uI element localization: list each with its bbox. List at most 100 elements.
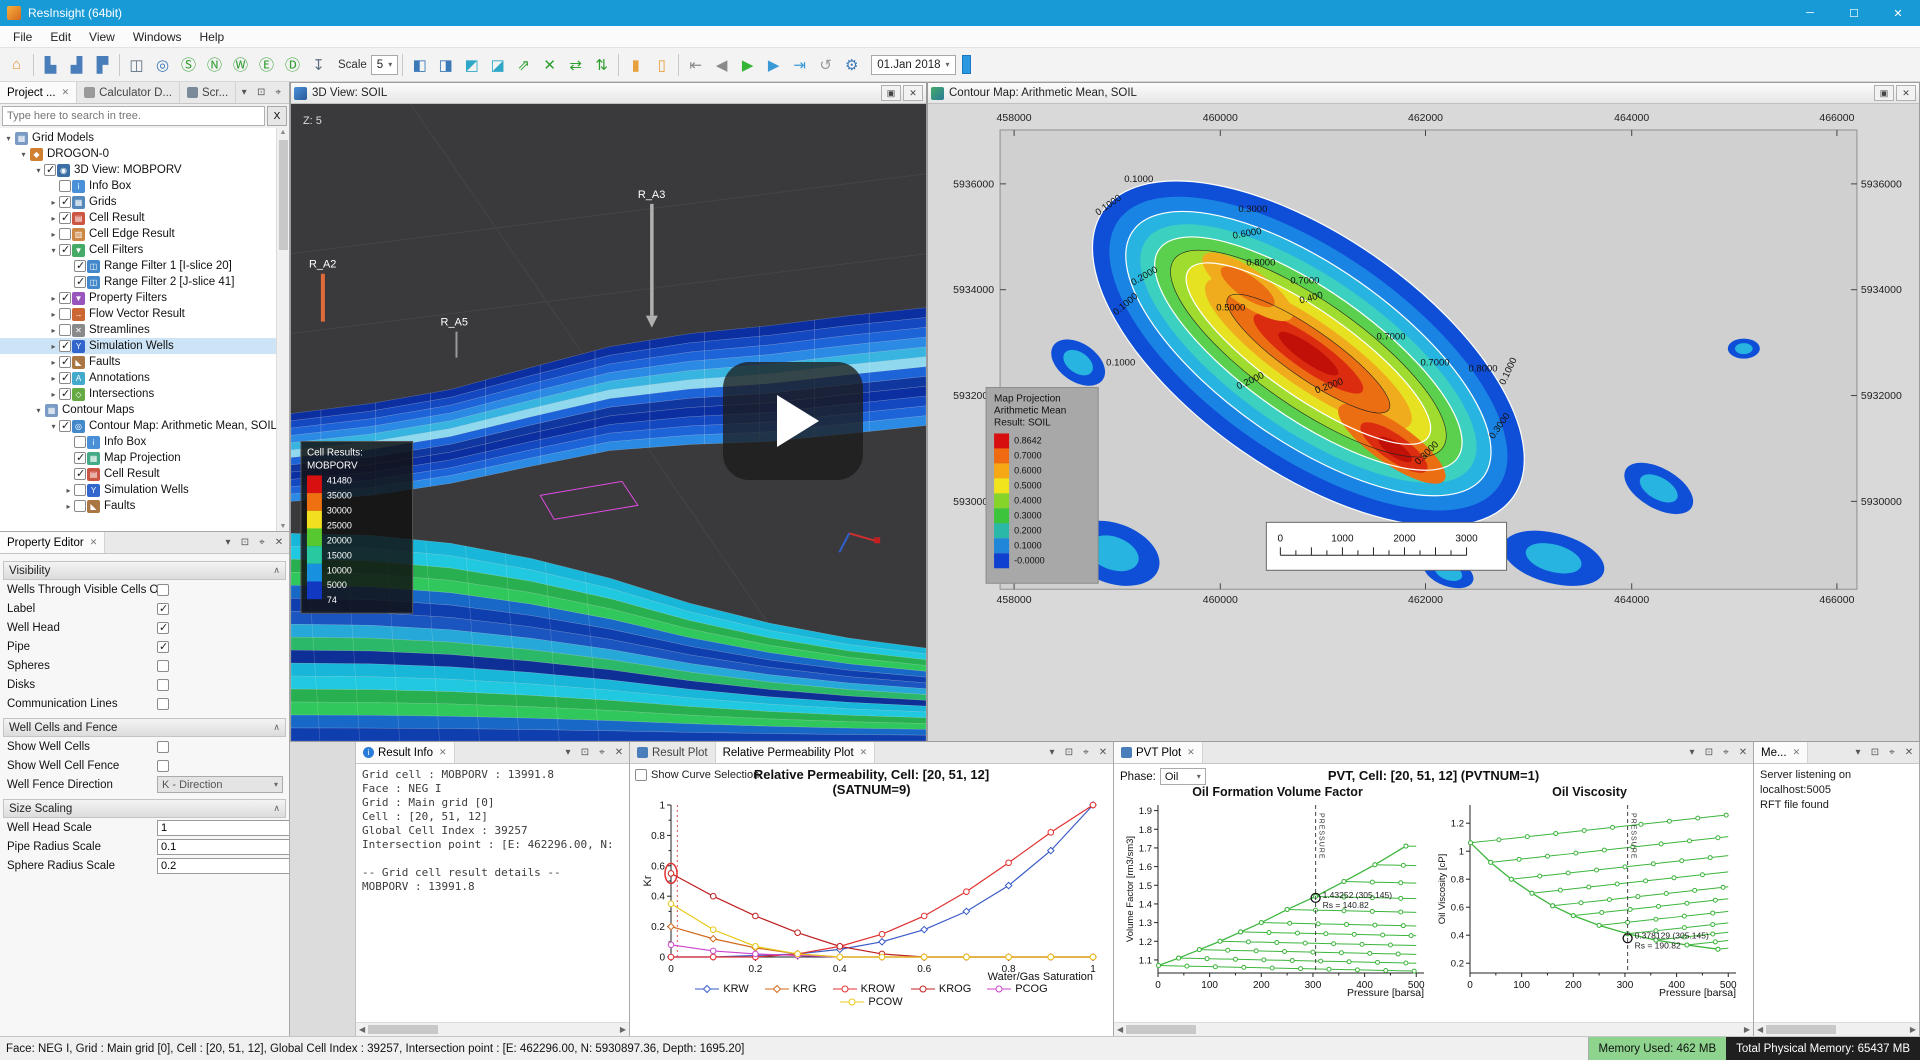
tree-checkbox[interactable] bbox=[59, 388, 71, 400]
close-icon[interactable]: ✕ bbox=[1896, 85, 1916, 101]
show-well-cells-checkbox[interactable] bbox=[157, 741, 169, 753]
chevron-down-icon[interactable]: ▾ bbox=[220, 535, 236, 551]
show-grid-surface-icon[interactable]: ◩ bbox=[459, 52, 484, 77]
animation-first-frame-icon[interactable]: ⇤ bbox=[683, 52, 708, 77]
tree-item-cell-result[interactable]: ▤Cell Result bbox=[0, 466, 276, 482]
tree-checkbox[interactable] bbox=[74, 484, 86, 496]
measurement-polyline-icon[interactable]: ▯ bbox=[649, 52, 674, 77]
tree-item-range-filter-1-i-slice-20[interactable]: ◫Range Filter 1 [I-slice 20] bbox=[0, 258, 276, 274]
view-3d-canvas[interactable]: R_A2R_A3R_A5Z: 5Cell Results:MOBPORV4148… bbox=[291, 104, 926, 741]
float-icon[interactable]: ⊡ bbox=[1701, 745, 1717, 761]
float-icon[interactable]: ⊡ bbox=[253, 85, 269, 101]
menu-windows[interactable]: Windows bbox=[124, 28, 191, 46]
tree-checkbox[interactable] bbox=[59, 180, 71, 192]
main-window-plot-icon[interactable]: ▙ bbox=[38, 52, 63, 77]
show-grid-cells-icon[interactable]: ◨ bbox=[433, 52, 458, 77]
tree-item-info-box[interactable]: iInfo Box bbox=[0, 178, 276, 194]
pin-icon[interactable]: ⌖ bbox=[1884, 745, 1900, 761]
tree-item-cell-result[interactable]: ▸▤Cell Result bbox=[0, 210, 276, 226]
section-header-size-scaling[interactable]: Size Scaling∧ bbox=[3, 799, 286, 818]
zoom-all-icon[interactable]: ◎ bbox=[150, 52, 175, 77]
tree-item-flow-vector-result[interactable]: ▸→Flow Vector Result bbox=[0, 306, 276, 322]
tree-checkbox[interactable] bbox=[59, 292, 71, 304]
show-grid-box-icon[interactable]: ◧ bbox=[407, 52, 432, 77]
well-head-checkbox[interactable] bbox=[157, 622, 169, 634]
tree-checkbox[interactable] bbox=[59, 244, 71, 256]
view-from-east-icon[interactable]: Ⓔ bbox=[254, 52, 279, 77]
maximize-icon[interactable]: ☐ bbox=[1832, 0, 1876, 26]
scroll-right-icon[interactable]: ▶ bbox=[1910, 1025, 1916, 1034]
tree-item-info-box[interactable]: iInfo Box bbox=[0, 434, 276, 450]
close-icon[interactable]: ✕ bbox=[439, 747, 447, 758]
phase-select[interactable]: Oil▾ bbox=[1160, 768, 1206, 785]
tree-item-intersections[interactable]: ▸◇Intersections bbox=[0, 386, 276, 402]
pipe-checkbox[interactable] bbox=[157, 641, 169, 653]
expander-icon[interactable]: ▸ bbox=[48, 342, 59, 351]
legend-krg[interactable]: KRG bbox=[765, 983, 817, 995]
expander-icon[interactable]: ▾ bbox=[48, 246, 59, 255]
tree-checkbox[interactable] bbox=[74, 260, 86, 272]
label-checkbox[interactable] bbox=[157, 603, 169, 615]
scroll-down-icon[interactable]: ▼ bbox=[280, 523, 287, 530]
chevron-down-icon[interactable]: ▾ bbox=[1684, 745, 1700, 761]
tree-checkbox[interactable] bbox=[59, 196, 71, 208]
close-icon[interactable]: ✕ bbox=[611, 745, 627, 761]
tab-result-info[interactable]: iResult Info✕ bbox=[356, 742, 455, 763]
animation-step-back-icon[interactable]: ◀ bbox=[709, 52, 734, 77]
tile-windows-icon[interactable]: ◫ bbox=[124, 52, 149, 77]
tree-checkbox[interactable] bbox=[44, 164, 56, 176]
communication-lines-checkbox[interactable] bbox=[157, 698, 169, 710]
animation-last-frame-icon[interactable]: ⇥ bbox=[787, 52, 812, 77]
show-faults-icon[interactable]: ◪ bbox=[485, 52, 510, 77]
tree-item-grid-models[interactable]: ▾▦Grid Models bbox=[0, 130, 276, 146]
close-icon[interactable]: ✕ bbox=[1735, 745, 1751, 761]
expander-icon[interactable]: ▾ bbox=[33, 166, 44, 175]
chevron-down-icon[interactable]: ▾ bbox=[236, 85, 252, 101]
timestep-select[interactable]: 01.Jan 2018▾ bbox=[871, 55, 955, 75]
tab-relative-permeability-plot[interactable]: Relative Permeability Plot✕ bbox=[716, 742, 876, 763]
close-icon[interactable]: ✕ bbox=[1095, 745, 1111, 761]
wells-crossing-icon[interactable]: ✕ bbox=[537, 52, 562, 77]
pin-icon[interactable]: ⌖ bbox=[270, 85, 286, 101]
scroll-thumb[interactable] bbox=[1766, 1025, 1836, 1034]
menu-view[interactable]: View bbox=[80, 28, 124, 46]
tree-checkbox[interactable] bbox=[59, 228, 71, 240]
expander-icon[interactable]: ▸ bbox=[63, 486, 74, 495]
show-curve-selection-checkbox[interactable] bbox=[635, 769, 647, 781]
tree-checkbox[interactable] bbox=[59, 324, 71, 336]
tab-project[interactable]: Project ...✕ bbox=[0, 82, 77, 103]
chevron-down-icon[interactable]: ▾ bbox=[1044, 745, 1060, 761]
expander-icon[interactable]: ▸ bbox=[48, 390, 59, 399]
menu-file[interactable]: File bbox=[4, 28, 41, 46]
view-from-north-icon[interactable]: Ⓝ bbox=[202, 52, 227, 77]
close-icon[interactable]: ✕ bbox=[90, 537, 98, 548]
expander-icon[interactable]: ▸ bbox=[48, 326, 59, 335]
section-header-well-cells-and-fence[interactable]: Well Cells and Fence∧ bbox=[3, 718, 286, 737]
view-from-west-icon[interactable]: Ⓦ bbox=[228, 52, 253, 77]
tab-result-plot[interactable]: Result Plot bbox=[630, 742, 716, 763]
scroll-thumb[interactable] bbox=[1126, 1025, 1196, 1034]
tree-checkbox[interactable] bbox=[74, 276, 86, 288]
tree-checkbox[interactable] bbox=[59, 340, 71, 352]
legend-krw[interactable]: KRW bbox=[695, 983, 748, 995]
tree-checkbox[interactable] bbox=[59, 372, 71, 384]
tree-item-property-filters[interactable]: ▸▼Property Filters bbox=[0, 290, 276, 306]
spheres-checkbox[interactable] bbox=[157, 660, 169, 672]
restore-icon[interactable]: ▣ bbox=[881, 85, 901, 101]
relperm-chart[interactable]: 00.20.40.60.8100.20.40.60.81Water/Gas Sa… bbox=[641, 797, 1103, 983]
tree-item-streamlines[interactable]: ▸✕Streamlines bbox=[0, 322, 276, 338]
expander-icon[interactable]: ▸ bbox=[48, 294, 59, 303]
chevron-down-icon[interactable]: ▾ bbox=[560, 745, 576, 761]
wells-through-visible-cells-only-checkbox[interactable] bbox=[157, 584, 169, 596]
scroll-up-icon[interactable]: ▲ bbox=[280, 129, 287, 136]
tree-checkbox[interactable] bbox=[59, 308, 71, 320]
viscosity-chart[interactable]: 01002003004005000.20.40.60.811.2PRESSURE… bbox=[1436, 799, 1744, 999]
tree-item-range-filter-2-j-slice-41[interactable]: ◫Range Filter 2 [J-slice 41] bbox=[0, 274, 276, 290]
expander-icon[interactable]: ▸ bbox=[63, 502, 74, 511]
scroll-thumb[interactable] bbox=[368, 1025, 438, 1034]
scroll-left-icon[interactable]: ◀ bbox=[359, 1025, 365, 1034]
close-icon[interactable]: ✕ bbox=[271, 535, 287, 551]
legend-pcog[interactable]: PCOG bbox=[987, 983, 1047, 995]
tab-pvt-plot[interactable]: PVT Plot✕ bbox=[1114, 742, 1203, 763]
expander-icon[interactable]: ▾ bbox=[33, 406, 44, 415]
